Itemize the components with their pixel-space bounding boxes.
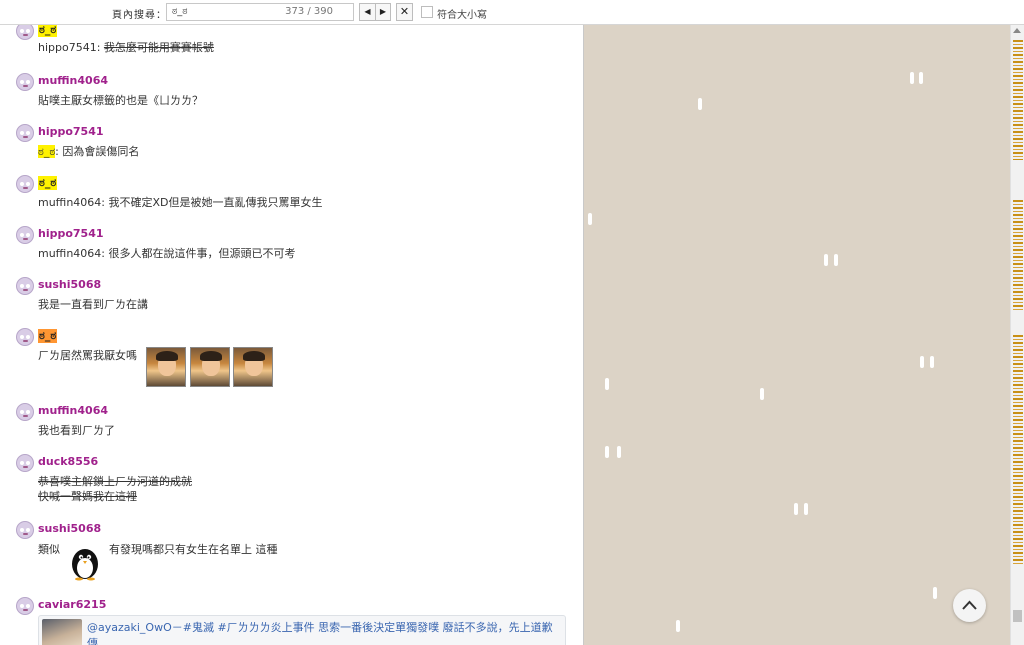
- message-prefix: muffin4064:: [38, 247, 109, 260]
- background-dash: [605, 446, 609, 458]
- match-case-label: 符合大小寫: [437, 10, 487, 21]
- message-line: 恭喜噗主解鎖上ㄏㄌ河道的成就: [38, 475, 192, 488]
- message-prefix: hippo7541:: [38, 41, 104, 54]
- background-dash: [588, 213, 592, 225]
- triangle-right-icon: ▶: [379, 7, 387, 16]
- avatar-icon[interactable]: [16, 328, 34, 346]
- background-dash: [824, 254, 828, 266]
- search-highlight: ಠ_ಠ: [38, 145, 56, 158]
- username[interactable]: hippo7541: [38, 125, 104, 138]
- background-dash: [933, 587, 937, 599]
- avatar-icon[interactable]: [16, 124, 34, 142]
- chevron-up-icon: [962, 600, 977, 610]
- avatar-icon[interactable]: [16, 25, 34, 40]
- message-line: 我是一直看到ㄏㄌ在講: [38, 298, 148, 311]
- message-prefix: muffin4064:: [38, 196, 109, 209]
- find-query: ಠ_ಠ: [172, 6, 188, 17]
- search-match-markers: [1013, 335, 1023, 565]
- username[interactable]: sushi5068: [38, 522, 101, 535]
- find-close-button[interactable]: ✕: [396, 3, 413, 21]
- find-prev-button[interactable]: ◀: [359, 3, 375, 21]
- avatar-icon[interactable]: [16, 454, 34, 472]
- avatar-icon[interactable]: [16, 277, 34, 295]
- triangle-left-icon: ◀: [364, 7, 371, 16]
- message-line: muffin4064: 我不確定XD但是被她一直亂傳我只罵單女生: [38, 194, 323, 210]
- background-dash: [804, 503, 808, 515]
- link-preview-card[interactable]: @ayazaki_OwO－#鬼滅 #ㄏㄌㄌㄌ炎上事件 思索一番後決定單獨發噗 廢…: [38, 615, 566, 645]
- username[interactable]: caviar6215: [38, 598, 106, 611]
- avatar-icon[interactable]: [16, 175, 34, 193]
- search-match-markers: [1013, 40, 1023, 160]
- message-line: ಠ_ಠ: 因為會誤傷同名: [38, 143, 139, 159]
- background-dash: [605, 378, 609, 390]
- find-match-count: 373 / 390: [285, 6, 333, 17]
- scroll-up-arrow-icon[interactable]: [1013, 28, 1021, 33]
- username[interactable]: duck8556: [38, 455, 98, 468]
- background-dash: [910, 72, 914, 84]
- message-text: 很多人都在說這件事，但源頭已不可考: [108, 247, 296, 260]
- username-current-match[interactable]: ಠ_ಠ: [38, 329, 58, 343]
- background-dash: [676, 620, 680, 632]
- chat-panel: ಠ_ಠ hippo7541: 我怎麼可能用賽賽帳號 muffin4064 貼噗主…: [0, 25, 584, 645]
- avatar-icon[interactable]: [16, 403, 34, 421]
- back-to-top-button[interactable]: [953, 589, 986, 622]
- message-line: ㄏㄌ居然罵我厭女嗎: [38, 349, 137, 362]
- message-text: 我怎麼可能用賽賽帳號: [103, 41, 214, 54]
- penguin-sticker-icon[interactable]: [66, 543, 104, 581]
- avatar-icon[interactable]: [16, 226, 34, 244]
- background-dash: [834, 254, 838, 266]
- card-text: @ayazaki_OwO－#鬼滅 #ㄏㄌㄌㄌ炎上事件 思索一番後決定單獨發噗 廢…: [87, 621, 553, 645]
- background-dash: [920, 356, 924, 368]
- avatar-icon[interactable]: [16, 597, 34, 615]
- username[interactable]: ಠ_ಠ: [38, 176, 58, 190]
- message-line: 我也看到ㄏㄌ了: [38, 424, 115, 437]
- background-dash: [930, 356, 934, 368]
- username[interactable]: muffin4064: [38, 74, 108, 87]
- background-dash: [698, 98, 702, 110]
- match-case-checkbox[interactable]: [421, 6, 433, 18]
- find-label: 頁內搜尋：: [112, 10, 167, 21]
- scrollbar-thumb[interactable]: [1013, 610, 1022, 622]
- message-line: muffin4064: 很多人都在說這件事，但源頭已不可考: [38, 245, 296, 261]
- avatar-icon[interactable]: [16, 73, 34, 91]
- card-thumbnail: [42, 619, 82, 645]
- scrollbar[interactable]: [1010, 25, 1024, 645]
- find-next-button[interactable]: ▶: [375, 3, 391, 21]
- username[interactable]: hippo7541: [38, 227, 104, 240]
- username[interactable]: muffin4064: [38, 404, 108, 417]
- search-match-markers: [1013, 200, 1023, 310]
- username[interactable]: ಠ_ಠ: [38, 25, 58, 37]
- find-bar: 頁內搜尋： ಠ_ಠ 373 / 390 ◀ ▶ ✕ 符合大小寫: [0, 0, 1024, 25]
- background-dash: [760, 388, 764, 400]
- message-text: : 因為會誤傷同名: [55, 145, 140, 158]
- background-dash: [794, 503, 798, 515]
- background-dash: [617, 446, 621, 458]
- message-line: 類似: [38, 543, 60, 556]
- username[interactable]: sushi5068: [38, 278, 101, 291]
- message-text: 我不確定XD但是被她一直亂傳我只罵單女生: [108, 196, 323, 209]
- background-dash: [919, 72, 923, 84]
- find-input[interactable]: ಠ_ಠ 373 / 390: [166, 3, 354, 21]
- avatar-icon[interactable]: [16, 521, 34, 539]
- sticker-image[interactable]: [233, 347, 273, 387]
- message-line: 快喊一聲媽我在這裡: [38, 490, 137, 503]
- sticker-image[interactable]: [190, 347, 230, 387]
- message-line: 有發現嗎都只有女生在名單上 這種: [109, 543, 278, 556]
- message-line: hippo7541: 我怎麼可能用賽賽帳號: [38, 39, 214, 55]
- sticker-image[interactable]: [146, 347, 186, 387]
- message-line: 貼噗主厭女標籤的也是《ㄩㄌㄌ？: [38, 94, 203, 107]
